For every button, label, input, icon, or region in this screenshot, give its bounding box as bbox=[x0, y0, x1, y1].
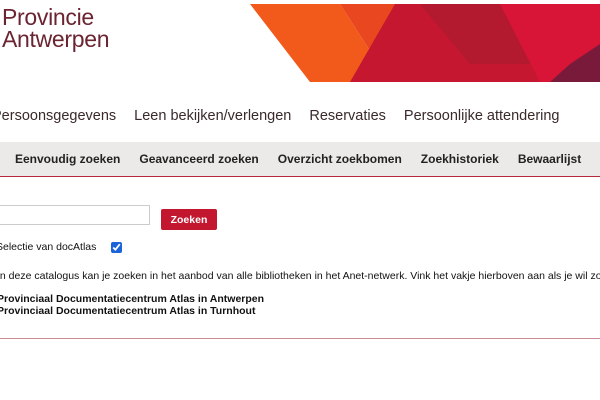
search-input[interactable] bbox=[0, 205, 150, 225]
docatlas-selection-label: Selectie van docAtlas bbox=[0, 241, 97, 253]
tab-geavanceerd-zoeken[interactable]: Geavanceerd zoeken bbox=[139, 152, 258, 166]
tab-zoekhistoriek[interactable]: Zoekhistoriek bbox=[421, 152, 499, 166]
main-navigation: Persoonsgegevens Leen bekijken/verlengen… bbox=[0, 108, 578, 124]
nav-item-persoonsgegevens[interactable]: Persoonsgegevens bbox=[0, 108, 116, 124]
section-divider bbox=[0, 338, 600, 339]
docatlas-selection-row: Selectie van docAtlas bbox=[0, 241, 123, 253]
page: Provincie Antwerpen Persoonsgegevens Lee… bbox=[0, 0, 600, 400]
search-sub-navigation: Eenvoudig zoeken Geavanceerd zoeken Over… bbox=[0, 142, 600, 177]
catalog-info-text: In deze catalogus kan je zoeken in het a… bbox=[0, 270, 600, 282]
logo-line-1: Provincie bbox=[2, 4, 94, 30]
library-list: Provinciaal Documentatiecentrum Atlas in… bbox=[0, 293, 264, 317]
nav-item-leen-bekijken-verlengen[interactable]: Leen bekijken/verlengen bbox=[134, 108, 291, 124]
header-banner-graphic bbox=[250, 4, 600, 82]
docatlas-selection-checkbox[interactable] bbox=[111, 241, 123, 253]
tab-eenvoudig-zoeken[interactable]: Eenvoudig zoeken bbox=[15, 152, 120, 166]
nav-item-persoonlijke-attendering[interactable]: Persoonlijke attendering bbox=[404, 108, 560, 124]
logo-line-2: Antwerpen bbox=[2, 26, 110, 52]
tab-bewaarlijst[interactable]: Bewaarlijst bbox=[518, 152, 581, 166]
nav-item-reservaties[interactable]: Reservaties bbox=[309, 108, 386, 124]
tab-overzicht-zoekbomen[interactable]: Overzicht zoekbomen bbox=[278, 152, 402, 166]
search-button[interactable]: Zoeken bbox=[161, 209, 217, 230]
provincie-antwerpen-logo[interactable]: Provincie Antwerpen bbox=[2, 4, 110, 52]
library-item: Provinciaal Documentatiecentrum Atlas in… bbox=[0, 293, 265, 305]
library-item: Provinciaal Documentatiecentrum Atlas in… bbox=[0, 305, 256, 317]
